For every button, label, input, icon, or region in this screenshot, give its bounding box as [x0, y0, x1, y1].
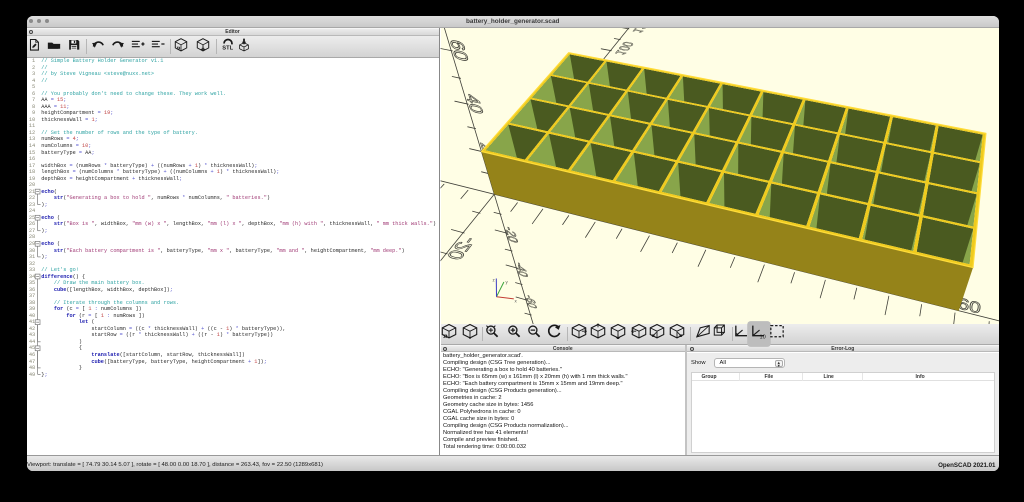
svg-text:x: x: [515, 299, 518, 304]
svg-text:120: 120: [629, 28, 652, 34]
svg-text:y: y: [506, 280, 509, 285]
svg-text:»: »: [176, 42, 180, 51]
svg-text:60: 60: [445, 38, 473, 63]
svg-text:-20: -20: [501, 225, 521, 244]
svg-text:z: z: [493, 278, 496, 283]
svg-text:100: 100: [612, 40, 637, 56]
svg-text:-40: -40: [512, 261, 530, 279]
svg-text:»: »: [443, 331, 448, 340]
svg-text:STL: STL: [222, 45, 233, 51]
svg-text:10: 10: [760, 335, 766, 340]
svg-text:-40: -40: [437, 278, 447, 308]
svg-text:40: 40: [462, 93, 488, 116]
svg-text:-60: -60: [522, 293, 539, 309]
svg-text:-20: -20: [444, 235, 481, 262]
